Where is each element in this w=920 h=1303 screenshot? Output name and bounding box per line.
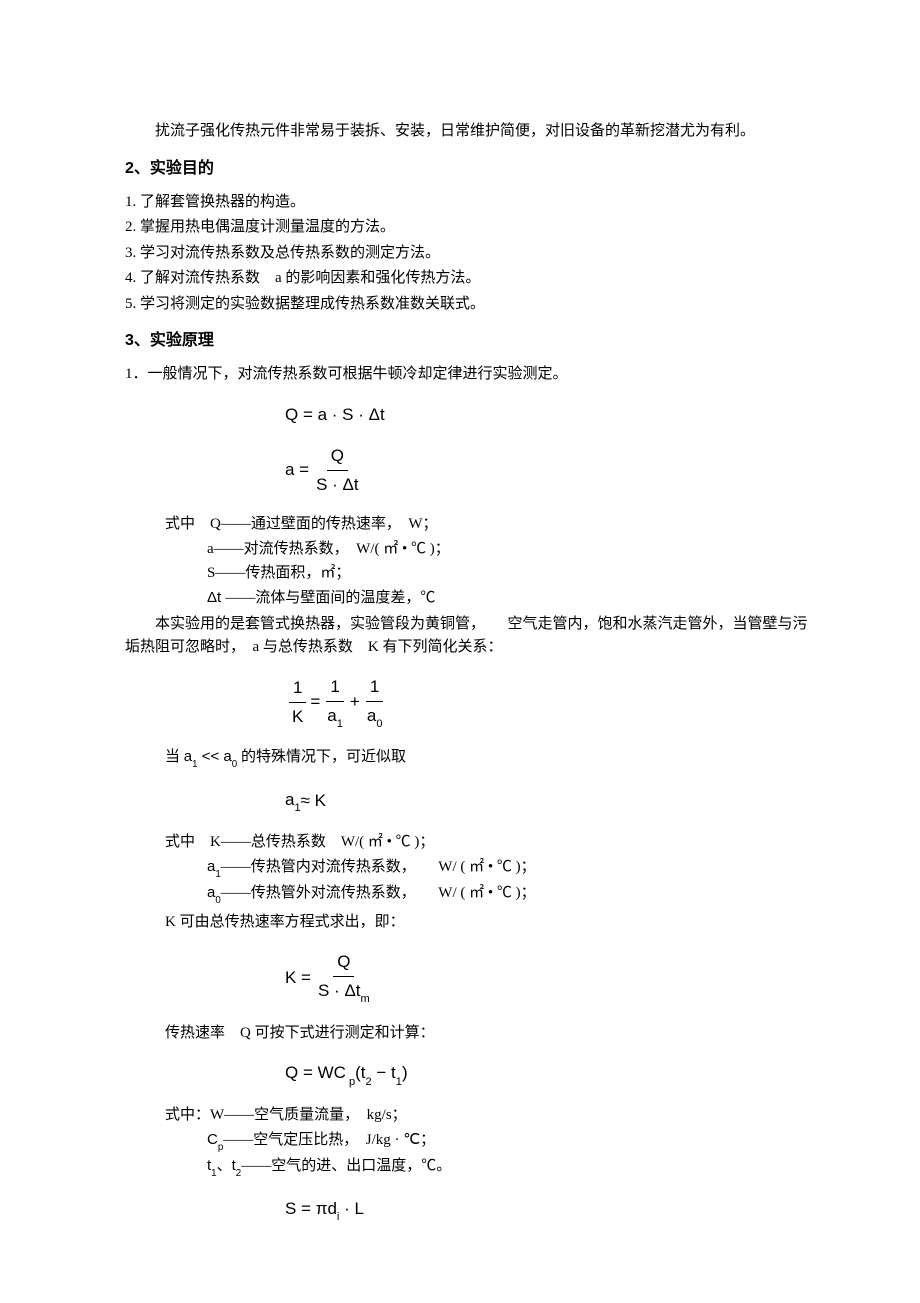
formula-lhs: a = <box>285 457 309 483</box>
k-derive: K 可由总传热速率方程式求出，即： <box>165 911 810 934</box>
formula-q-newton: Q = a · S · Δt <box>285 402 810 428</box>
purpose-item-3: 3. 学习对流传热系数及总传热系数的测定方法。 <box>125 242 810 265</box>
denominator: S · Δtm <box>314 977 374 1006</box>
purpose-item-4: 4. 了解对流传热系数 a 的影响因素和强化传热方法。 <box>125 267 810 290</box>
principle-intro: 1．一般情况下，对流传热系数可根据牛顿冷却定律进行实验测定。 <box>125 363 810 386</box>
fraction: Q S · Δt <box>312 443 363 497</box>
a1-var: a1 <box>285 787 301 815</box>
formula-text: Q = a · S · Δt <box>285 402 385 428</box>
numerator: 1 <box>326 674 343 702</box>
denominator: a0 <box>363 702 387 731</box>
where-s: S——传热面积，㎡； <box>207 562 810 585</box>
heading-text: 、实验原理 <box>134 332 214 349</box>
q-rate-desc: 传热速率 Q 可按下式进行测定和计算： <box>165 1022 810 1045</box>
numerator: Q <box>333 949 354 977</box>
numerator: 1 <box>366 674 383 702</box>
equals: = <box>310 689 320 715</box>
where-q: 式中 Q——通过壁面的传热速率， W； <box>165 513 810 536</box>
purpose-item-1: 1. 了解套管换热器的构造。 <box>125 191 810 214</box>
fraction-1k: 1 K <box>288 675 307 729</box>
denominator: K <box>288 703 307 730</box>
formula-k-relation: 1 K = 1 a1 + 1 a0 <box>285 674 810 730</box>
denominator: S · Δt <box>312 471 363 498</box>
q-eq: Q = WC p(t2 − t1) <box>285 1060 408 1088</box>
intro-paragraph: 扰流子强化传热元件非常易于装拆、安装，日常维护简便，对旧设备的革新挖潜尤为有利。 <box>125 120 810 143</box>
delta-t-var: Δt <box>207 589 225 606</box>
heading-number: 3 <box>125 332 134 349</box>
approx-k: ≈ K <box>301 788 326 814</box>
fraction: Q S · Δtm <box>314 949 374 1005</box>
formula-s-pidl: S = πdi · L <box>285 1196 810 1224</box>
plus: + <box>350 689 360 715</box>
where-cp: Cp——空气定压比热， J/kg · ℃； <box>207 1129 810 1154</box>
where-t1t2: t1、t2——空气的进、出口温度，℃。 <box>207 1155 810 1180</box>
where-w: 式中：W——空气质量流量， kg/s； <box>165 1104 810 1127</box>
heading-text: 、实验目的 <box>134 160 214 177</box>
section-2-heading: 2、实验目的 <box>125 157 810 181</box>
purpose-item-2: 2. 掌握用热电偶温度计测量温度的方法。 <box>125 216 810 239</box>
tube-description: 本实验用的是套管式换热器，实验管段为黄铜管， 空气走管内，饱和水蒸汽走管外，当管… <box>125 613 810 658</box>
numerator: 1 <box>289 675 306 703</box>
where-big-k: 式中 K——总传热系数 W/( ㎡ • ℃ )； <box>165 831 810 854</box>
formula-k-solve: K = Q S · Δtm <box>285 949 810 1005</box>
denominator: a1 <box>323 702 347 731</box>
fraction-1a0: 1 a0 <box>363 674 387 730</box>
formula-a-solve: a = Q S · Δt <box>285 443 810 497</box>
special-case: 当 a1 << a0 的特殊情况下，可近似取 <box>165 746 810 771</box>
fraction-1a1: 1 a1 <box>323 674 347 730</box>
section-3-heading: 3、实验原理 <box>125 329 810 353</box>
formula-q-wcp: Q = WC p(t2 − t1) <box>285 1060 810 1088</box>
where-a: a——对流传热系数， W/( ㎡ • ℃ )； <box>207 538 810 561</box>
formula-a1-approx-k: a1 ≈ K <box>285 787 810 815</box>
s-eq: S = πdi · L <box>285 1196 364 1224</box>
where-dt: Δt Δt ——流体与壁面间的温度差，℃——流体与壁面间的温度差，℃ <box>207 587 810 610</box>
numerator: Q <box>327 443 348 471</box>
purpose-item-5: 5. 学习将测定的实验数据整理成传热系数准数关联式。 <box>125 293 810 316</box>
where-a1: a1——传热管内对流传热系数， W/ ( ㎡ • ℃ )； <box>207 856 810 881</box>
where-a0: a0——传热管外对流传热系数， W/ ( ㎡ • ℃ )； <box>207 882 810 907</box>
heading-number: 2 <box>125 160 134 177</box>
formula-lhs: K = <box>285 965 311 991</box>
